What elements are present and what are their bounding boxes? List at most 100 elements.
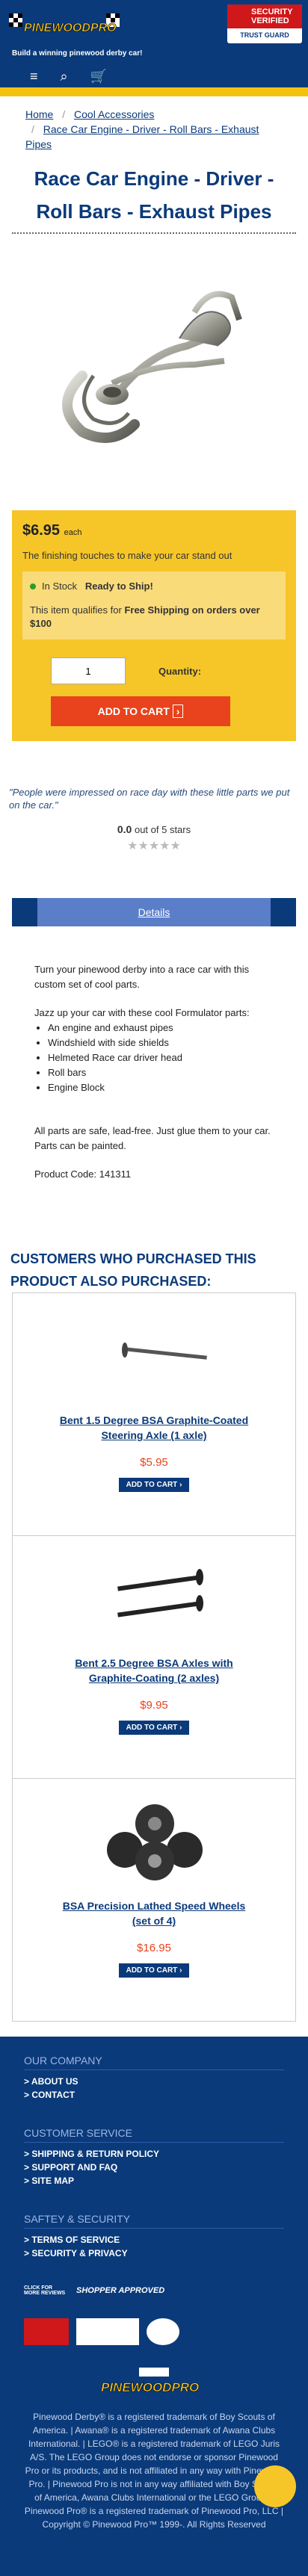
menu-icon[interactable]: ≡: [30, 69, 38, 84]
header-nav: ≡ ⌕ 🛒: [30, 69, 107, 84]
product-description: Turn your pinewood derby into a race car…: [0, 926, 308, 1182]
rating-summary: 0.0 out of 5 stars: [0, 823, 308, 835]
description-intro: Turn your pinewood derby into a race car…: [34, 964, 250, 990]
product-price: $6.95 each: [22, 522, 286, 539]
axle-image: [122, 1343, 207, 1360]
footer-badges-row: [24, 2318, 284, 2345]
feature-item: Windshield with side shields: [48, 1035, 274, 1050]
axles-pair-image: [117, 1569, 203, 1617]
product-image[interactable]: [0, 234, 308, 473]
feature-list: An engine and exhaust pipes Windshield w…: [34, 1021, 274, 1095]
breadcrumb-separator: /: [31, 123, 34, 135]
related-product-name[interactable]: BSA Precision Lathed Speed Wheels (set o…: [13, 1898, 295, 1928]
review-quote: "People were impressed on race day with …: [9, 787, 290, 811]
rating-suffix: out of 5 stars: [134, 824, 191, 835]
tab-details[interactable]: Details: [37, 898, 271, 926]
badge-top-text: SECURITY VERIFIED: [227, 4, 302, 28]
rating-score: 0.0: [117, 823, 132, 835]
description-list-intro: Jazz up your car with these cool Formula…: [34, 1007, 250, 1018]
feature-item: Roll bars: [48, 1065, 274, 1080]
footer-logo[interactable]: PINEWOODPRO: [24, 2368, 284, 2400]
cart-icon[interactable]: 🛒: [90, 69, 107, 84]
related-product-card: Bent 2.5 Degree BSA Axles with Graphite-…: [12, 1535, 296, 1779]
svg-text:PINEWOODPRO: PINEWOODPRO: [101, 2380, 199, 2394]
feature-item: Helmeted Race car driver head: [48, 1050, 274, 1065]
quantity-row: Quantity:: [22, 657, 286, 684]
click-reviews-badge[interactable]: CLICK FOR MORE REVIEWS: [24, 2285, 69, 2296]
product-title: Race Car Engine - Driver - Roll Bars - E…: [34, 167, 274, 223]
footer-link-shipping[interactable]: > SHIPPING & RETURN POLICY: [24, 2147, 284, 2161]
footer-link-privacy[interactable]: > SECURITY & PRIVACY: [24, 2247, 284, 2260]
footer-customer-service: CUSTOMER SERVICE > SHIPPING & RETURN POL…: [24, 2127, 284, 2188]
footer-link-contact[interactable]: > CONTACT: [24, 2088, 284, 2102]
footer-link-terms[interactable]: > TERMS OF SERVICE: [24, 2233, 284, 2247]
price-unit: each: [64, 528, 82, 537]
header-accent-bar: [0, 87, 308, 96]
footer-link-support[interactable]: > SUPPORT AND FAQ: [24, 2161, 284, 2174]
wheels-image: [107, 1804, 203, 1880]
norton-badge[interactable]: [147, 2318, 179, 2345]
site-header: PINEWOODPRO Build a winning pinewood der…: [0, 0, 308, 87]
related-product-image[interactable]: [13, 1779, 295, 1898]
product-tabs: Details: [0, 898, 308, 926]
shopper-approved-badge[interactable]: SHOPPER APPROVED: [76, 2286, 164, 2295]
description-safety: All parts are safe, lead-free. Just glue…: [34, 1125, 271, 1151]
footer-our-company: OUR COMPANY > ABOUT US > CONTACT: [24, 2055, 284, 2102]
breadcrumb-separator: /: [62, 108, 66, 120]
related-product-name[interactable]: Bent 2.5 Degree BSA Axles with Graphite-…: [13, 1656, 295, 1685]
search-icon[interactable]: ⌕: [61, 69, 68, 84]
quantity-input[interactable]: [51, 657, 126, 684]
footer-heading: SAFTEY & SECURITY: [24, 2213, 284, 2229]
add-to-cart-label: ADD TO CART: [97, 705, 170, 717]
related-product-price: $5.95: [140, 1456, 168, 1469]
footer-pinewoodpro-logo: PINEWOODPRO: [101, 2368, 200, 2394]
related-product-image[interactable]: [13, 1536, 295, 1656]
security-verified-badge[interactable]: SECURITY VERIFIED TRUST GUARD: [227, 4, 302, 43]
related-add-to-cart-button[interactable]: ADD TO CART ›: [118, 1721, 190, 1735]
footer-link-about[interactable]: > ABOUT US: [24, 2075, 284, 2088]
geotrust-badge[interactable]: [76, 2318, 139, 2345]
buy-box: $6.95 each The finishing touches to make…: [12, 510, 296, 741]
related-product-price: $16.95: [137, 1942, 171, 1954]
tab-left-spacer: [12, 898, 37, 926]
related-add-to-cart-button[interactable]: ADD TO CART ›: [118, 1478, 190, 1492]
roll-bar-parts-image: [62, 291, 242, 443]
feature-item: An engine and exhaust pipes: [48, 1021, 274, 1035]
ready-to-ship: Ready to Ship!: [84, 580, 153, 592]
chat-bubble-icon[interactable]: [254, 2465, 296, 2507]
related-product-card: BSA Precision Lathed Speed Wheels (set o…: [12, 1778, 296, 2022]
quantity-label: Quantity:: [158, 665, 202, 677]
related-product-name[interactable]: Bent 1.5 Degree BSA Graphite-Coated Stee…: [13, 1413, 295, 1443]
add-to-cart-button[interactable]: ADD TO CART ›: [51, 696, 230, 726]
tab-right-spacer: [271, 898, 296, 926]
stock-box: In Stock Ready to Ship! This item qualif…: [22, 572, 286, 640]
related-cart-label: ADD TO CART: [126, 1724, 178, 1732]
breadcrumb-current[interactable]: Race Car Engine - Driver - Roll Bars - E…: [25, 123, 259, 150]
breadcrumb-category[interactable]: Cool Accessories: [74, 108, 154, 120]
feature-item: Engine Block: [48, 1080, 274, 1095]
footer-heading: CUSTOMER SERVICE: [24, 2127, 284, 2143]
footer-heading: OUR COMPANY: [24, 2055, 284, 2070]
svg-text:PINEWOODPRO: PINEWOODPRO: [24, 22, 117, 34]
cart-arrow-icon: ›: [172, 705, 184, 718]
footer-link-sitemap[interactable]: > SITE MAP: [24, 2174, 284, 2188]
related-cart-label: ADD TO CART: [126, 1966, 178, 1975]
related-add-to-cart-button[interactable]: ADD TO CART ›: [118, 1963, 190, 1978]
breadcrumb-home[interactable]: Home: [25, 108, 53, 120]
footer-trust-logos: CLICK FOR MORE REVIEWS SHOPPER APPROVED: [24, 2285, 284, 2296]
related-product-price: $9.95: [140, 1699, 168, 1712]
related-cart-label: ADD TO CART: [126, 1481, 178, 1489]
rating-stars: ★★★★★: [127, 840, 181, 852]
pinewoodpro-logo[interactable]: PINEWOODPRO: [9, 9, 121, 37]
footer-security: SAFTEY & SECURITY > TERMS OF SERVICE > S…: [24, 2213, 284, 2260]
security-verified-footer-badge[interactable]: [24, 2318, 69, 2345]
in-stock-icon: [30, 583, 36, 589]
footer-legal-text: Pinewood Derby® is a registered trademar…: [24, 2412, 284, 2530]
related-product-image[interactable]: [13, 1293, 295, 1413]
product-code: Product Code: 141311: [34, 1168, 132, 1180]
shipping-text: This item qualifies for: [30, 604, 125, 616]
also-purchased-heading: CUSTOMERS WHO PURCHASED THIS PRODUCT ALS…: [10, 1251, 256, 1289]
breadcrumb: Home / Cool Accessories / Race Car Engin…: [0, 96, 308, 162]
badge-bottom-text: TRUST GUARD: [240, 31, 289, 39]
related-product-card: Bent 1.5 Degree BSA Graphite-Coated Stee…: [12, 1292, 296, 1536]
